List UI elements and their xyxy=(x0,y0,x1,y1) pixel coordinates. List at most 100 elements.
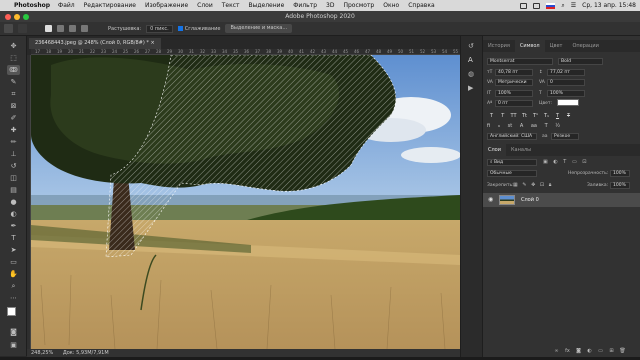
lasso-tool-icon[interactable]: ↂ xyxy=(7,65,20,75)
close-window-button[interactable] xyxy=(5,14,11,20)
wifi-icon[interactable] xyxy=(533,2,541,9)
lock-all-icon[interactable]: 🔒︎ xyxy=(549,182,552,188)
font-style-select[interactable]: Bold xyxy=(558,58,603,65)
filter-adjustment-icon[interactable]: ◐ xyxy=(553,159,557,165)
frame-tool-icon[interactable]: ⊠ xyxy=(7,101,20,111)
titling-icon[interactable]: aa xyxy=(531,123,537,129)
faux-italic-button[interactable]: T xyxy=(498,112,507,120)
zoom-window-button[interactable] xyxy=(23,14,29,20)
filter-pixel-icon[interactable]: ▣ xyxy=(543,159,548,165)
tab-channels[interactable]: Каналы xyxy=(506,144,536,156)
font-size-input[interactable]: 40,78 пт xyxy=(495,69,533,76)
close-tab-icon[interactable]: × xyxy=(150,40,154,46)
menu-help[interactable]: Справка xyxy=(408,2,434,9)
history-panel-icon[interactable]: ↺ xyxy=(468,42,476,50)
tab-actions[interactable]: Операции xyxy=(567,40,603,52)
type-tool-icon[interactable]: T xyxy=(7,233,20,243)
zoom-level[interactable]: 248,25% xyxy=(31,350,53,356)
pen-tool-icon[interactable]: ✒ xyxy=(7,221,20,231)
underline-button[interactable]: T xyxy=(553,112,562,120)
lock-transparent-icon[interactable]: ▦ xyxy=(513,182,518,188)
minimize-window-button[interactable] xyxy=(14,14,20,20)
delete-layer-icon[interactable]: 🗑︎ xyxy=(619,348,626,355)
menu-window[interactable]: Окно xyxy=(383,2,399,9)
select-and-mask-button[interactable]: Выделение и маска... xyxy=(225,24,293,33)
tab-color[interactable]: Цвет xyxy=(545,40,568,52)
font-family-select[interactable]: Montserrat xyxy=(487,58,553,65)
vertical-scale-input[interactable]: 100% xyxy=(495,90,533,97)
home-icon[interactable] xyxy=(4,24,13,33)
lasso-preset-icon[interactable] xyxy=(18,24,27,33)
new-layer-icon[interactable]: ⊞ xyxy=(608,348,615,355)
foreground-color-swatch[interactable] xyxy=(7,307,16,316)
ligature-icon[interactable]: fi xyxy=(487,123,490,129)
antialias-select[interactable]: Резкое xyxy=(551,133,579,140)
document-tab[interactable]: 236468443.jpeg @ 248% (Слой 0, RGB/8#) *… xyxy=(29,38,161,49)
horizontal-scale-input[interactable]: 100% xyxy=(547,90,585,97)
clock[interactable]: Ср, 13 апр. 15:48 xyxy=(582,2,636,9)
baseline-shift-input[interactable]: 0 пт xyxy=(495,100,533,107)
tab-layers[interactable]: Слои xyxy=(483,144,506,156)
dodge-tool-icon[interactable]: ◐ xyxy=(7,209,20,219)
menu-edit[interactable]: Редактирование xyxy=(84,2,136,9)
document-canvas[interactable] xyxy=(31,55,460,349)
subtract-selection-icon[interactable] xyxy=(69,25,76,32)
history-brush-tool-icon[interactable]: ↺ xyxy=(7,161,20,171)
filter-shape-icon[interactable]: ▭ xyxy=(572,159,577,165)
stylistic-icon[interactable]: T xyxy=(545,123,548,129)
move-tool-icon[interactable]: ✥ xyxy=(7,41,20,51)
tab-character[interactable]: Символ xyxy=(514,40,545,52)
menu-3d[interactable]: 3D xyxy=(326,2,334,9)
input-language-flag-icon[interactable] xyxy=(546,2,556,9)
antialias-checkbox[interactable]: Сглаживание xyxy=(177,25,220,32)
layer-name[interactable]: Слой 0 xyxy=(521,197,539,203)
layer-style-icon[interactable]: fx xyxy=(564,348,571,355)
link-layers-icon[interactable]: ∞ xyxy=(553,348,560,355)
eraser-tool-icon[interactable]: ◫ xyxy=(7,173,20,183)
lock-image-icon[interactable]: ✎ xyxy=(522,182,526,188)
kerning-select[interactable]: Метрически xyxy=(495,79,533,86)
leading-input[interactable]: 77,02 пт xyxy=(547,69,585,76)
superscript-button[interactable]: T¹ xyxy=(531,112,540,120)
marquee-tool-icon[interactable]: ⬚ xyxy=(7,53,20,63)
all-caps-button[interactable]: TT xyxy=(509,112,518,120)
text-color-swatch[interactable] xyxy=(557,99,579,106)
lock-artboard-icon[interactable]: ⊡ xyxy=(540,182,544,188)
brush-tool-icon[interactable]: ✏ xyxy=(7,137,20,147)
filter-smart-icon[interactable]: ⊡ xyxy=(582,159,586,165)
menu-type[interactable]: Текст xyxy=(222,2,240,9)
search-icon[interactable]: ⌕ xyxy=(561,2,564,10)
fill-input[interactable]: 100% xyxy=(610,182,630,189)
menu-filter[interactable]: Фильтр xyxy=(293,2,317,9)
adjustment-layer-icon[interactable]: ◐ xyxy=(586,348,593,355)
character-panel-icon[interactable]: A xyxy=(468,56,476,64)
quick-select-tool-icon[interactable]: ✎ xyxy=(7,77,20,87)
control-center-icon[interactable]: ☰ xyxy=(571,2,576,9)
menu-file[interactable]: Файл xyxy=(58,2,75,9)
subscript-button[interactable]: T₁ xyxy=(542,112,551,120)
gradient-tool-icon[interactable]: ▤ xyxy=(7,185,20,195)
menu-view[interactable]: Просмотр xyxy=(343,2,374,9)
tab-history[interactable]: История xyxy=(483,40,515,52)
hand-tool-icon[interactable]: ✋ xyxy=(7,269,20,279)
path-selection-tool-icon[interactable]: ➤ xyxy=(7,245,20,255)
crop-tool-icon[interactable]: ⌗ xyxy=(7,89,20,99)
actions-panel-icon[interactable]: ▶ xyxy=(468,84,476,92)
filter-type-icon[interactable]: T xyxy=(563,159,566,165)
small-caps-button[interactable]: Tt xyxy=(520,112,529,120)
zoom-tool-icon[interactable]: ⌕ xyxy=(7,281,20,291)
ordinal-icon[interactable]: ℴ xyxy=(498,123,500,129)
new-selection-icon[interactable] xyxy=(45,25,52,32)
lock-position-icon[interactable]: ✥ xyxy=(531,182,535,188)
fraction-icon[interactable]: A xyxy=(520,123,523,129)
clone-stamp-tool-icon[interactable]: ⊥ xyxy=(7,149,20,159)
menu-image[interactable]: Изображение xyxy=(145,2,188,9)
screen-mode-icon[interactable]: ▣ xyxy=(7,340,20,350)
quick-mask-icon[interactable]: ◙ xyxy=(7,327,20,337)
menu-layers[interactable]: Слои xyxy=(197,2,213,9)
visibility-eye-icon[interactable]: ◉ xyxy=(488,196,493,203)
color-panel-icon[interactable]: ◍ xyxy=(468,70,476,78)
blur-tool-icon[interactable]: ● xyxy=(7,197,20,207)
layer-filter-select[interactable]: ⌕ Вид xyxy=(487,159,537,166)
add-mask-icon[interactable]: ◙ xyxy=(575,348,582,355)
